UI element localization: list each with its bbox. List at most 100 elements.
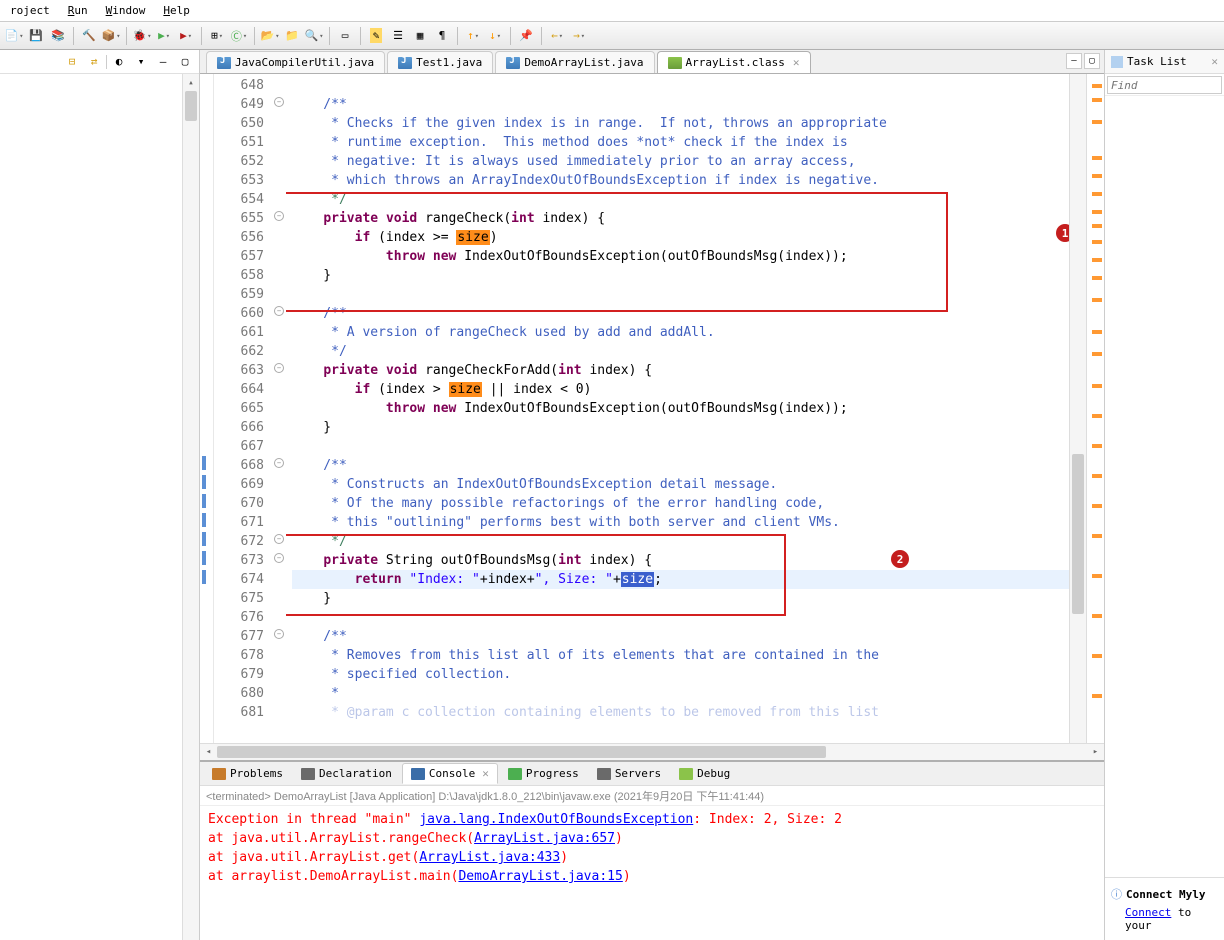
tab-label: DemoArrayList.java [524, 56, 643, 69]
menu-roject[interactable]: roject [2, 2, 58, 19]
bottom-panel: Problems DeclarationConsole✕ Progress Serve… [200, 760, 1104, 940]
view-icon [597, 768, 611, 780]
hscroll-left-icon[interactable]: ◂ [200, 744, 217, 760]
tab-label: JavaCompilerUtil.java [235, 56, 374, 69]
annotation-next-icon[interactable]: ↓ [485, 26, 505, 46]
view-icon [301, 768, 315, 780]
bottom-tab-servers[interactable]: Servers [589, 764, 669, 783]
bottom-tab-declaration[interactable]: Declaration [293, 764, 400, 783]
bottom-tab-debug[interactable]: Debug [671, 764, 738, 783]
menu-window[interactable]: Window [98, 2, 154, 19]
bottom-tab-problems[interactable]: Problems [204, 764, 291, 783]
fold-toggle[interactable]: − [274, 97, 284, 107]
fold-toggle[interactable]: − [274, 458, 284, 468]
run-icon[interactable]: ▶ [154, 26, 174, 46]
console-process-label: <terminated> DemoArrayList [Java Applica… [200, 786, 1104, 806]
coverage-icon[interactable]: ▶ [176, 26, 196, 46]
bottom-tab-label: Debug [697, 767, 730, 780]
new-java-icon[interactable]: ⊞ [207, 26, 227, 46]
toggle-breadcrumb-icon[interactable]: ☰ [388, 26, 408, 46]
annotation-prev-icon[interactable]: ↑ [463, 26, 483, 46]
menubar: roject Run Window Help [0, 0, 1224, 22]
task-find [1105, 74, 1224, 96]
forward-icon[interactable]: → [569, 26, 589, 46]
scroll-thumb[interactable] [185, 91, 197, 121]
collapse-all-icon[interactable]: ⊟ [62, 52, 82, 72]
pin-icon[interactable]: 📌 [516, 26, 536, 46]
overview-ruler[interactable] [1086, 74, 1104, 743]
maximize-editor-icon[interactable]: ▢ [1084, 53, 1100, 69]
fold-toggle[interactable]: − [274, 534, 284, 544]
editor-area: JavaCompilerUtil.java Test1.java DemoArray… [200, 50, 1104, 940]
file-icon [506, 57, 520, 69]
bottom-tab-label: Problems [230, 767, 283, 780]
console-line: at java.util.ArrayList.rangeCheck(ArrayL… [208, 829, 1096, 848]
tab-close-icon[interactable]: ✕ [793, 56, 800, 69]
task-list-title: Task List [1127, 55, 1187, 68]
close-icon[interactable]: ✕ [482, 767, 489, 780]
info-icon: ⓘ [1111, 888, 1122, 901]
package-icon[interactable]: 📦 [101, 26, 121, 46]
tab-arraylist-class[interactable]: ArrayList.class ✕ [657, 51, 811, 73]
toggle-block-icon[interactable]: ▦ [410, 26, 430, 46]
main-area: ⊟ ⇄ ◐ ▾ ― ▢ ▴ JavaCompilerUtil.java Test1… [0, 50, 1224, 940]
hscroll-thumb[interactable] [217, 746, 826, 758]
toggle-ws-icon[interactable]: ¶ [432, 26, 452, 46]
focus-active-icon[interactable]: ◐ [109, 52, 129, 72]
console-output[interactable]: Exception in thread "main" java.lang.Ind… [200, 806, 1104, 940]
fold-toggle[interactable]: − [274, 629, 284, 639]
fold-toggle[interactable]: − [274, 553, 284, 563]
bottom-tab-label: Servers [615, 767, 661, 780]
new-class-icon[interactable]: Ⓒ [229, 26, 249, 46]
save-icon[interactable]: 💾 [26, 26, 46, 46]
folding-ruler[interactable]: − − − − − − − − [272, 74, 286, 743]
fold-toggle[interactable]: − [274, 363, 284, 373]
editor-tabs: JavaCompilerUtil.java Test1.java DemoArray… [200, 50, 1104, 74]
open-type-icon[interactable]: 📂 [260, 26, 280, 46]
bottom-tab-label: Progress [526, 767, 579, 780]
task-find-input[interactable] [1107, 76, 1222, 94]
console-line: Exception in thread "main" java.lang.Ind… [208, 810, 1096, 829]
tab-javacompilerutil-java[interactable]: JavaCompilerUtil.java [206, 51, 385, 73]
bottom-tab-progress[interactable]: Progress [500, 764, 587, 783]
task-list-close-icon[interactable]: ✕ [1211, 55, 1218, 68]
link-editor-icon[interactable]: ⇄ [84, 52, 104, 72]
editor: 6486496506516526536546556566576586596606… [200, 74, 1104, 743]
mark-icon[interactable]: ✎ [366, 26, 386, 46]
bottom-tab-console[interactable]: Console✕ [402, 763, 498, 784]
task-list-tab[interactable]: Task List ✕ [1105, 50, 1224, 74]
annotation-ruler [200, 74, 214, 743]
open-task-icon[interactable]: 📁 [282, 26, 302, 46]
tab-demoarraylist-java[interactable]: DemoArrayList.java [495, 51, 654, 73]
menu-run[interactable]: Run [60, 2, 96, 19]
left-scrollbar[interactable]: ▴ [182, 74, 199, 940]
tab-label: ArrayList.class [686, 56, 785, 69]
view-icon [212, 768, 226, 780]
code-area[interactable]: /** * Checks if the given index is in ra… [286, 74, 1086, 743]
fold-toggle[interactable]: − [274, 211, 284, 221]
scroll-up-icon[interactable]: ▴ [183, 74, 199, 91]
save-all-icon[interactable]: 📚 [48, 26, 68, 46]
minimize-editor-icon[interactable]: ― [1066, 53, 1082, 69]
debug-icon[interactable]: 🐞 [132, 26, 152, 46]
view-menu-icon[interactable]: ▾ [131, 52, 151, 72]
connect-link[interactable]: Connect [1125, 906, 1171, 919]
tab-test1-java[interactable]: Test1.java [387, 51, 493, 73]
maximize-icon[interactable]: ▢ [175, 52, 195, 72]
build-icon[interactable]: 🔨 [79, 26, 99, 46]
hscroll-right-icon[interactable]: ▸ [1087, 744, 1104, 760]
left-toolbar: ⊟ ⇄ ◐ ▾ ― ▢ [0, 50, 199, 74]
fold-toggle[interactable]: − [274, 306, 284, 316]
minimize-icon[interactable]: ― [153, 52, 173, 72]
file-icon [217, 57, 231, 69]
vscroll-thumb[interactable] [1072, 454, 1084, 614]
horizontal-scrollbar[interactable]: ◂ ▸ [200, 743, 1104, 760]
menu-help[interactable]: Help [155, 2, 198, 19]
back-icon[interactable]: ← [547, 26, 567, 46]
search-icon[interactable]: 🔍 [304, 26, 324, 46]
toolbar-new-icon[interactable]: 📄 [4, 26, 24, 46]
terminal-icon[interactable]: ▭ [335, 26, 355, 46]
bottom-tabs: Problems DeclarationConsole✕ Progress Serve… [200, 762, 1104, 786]
line-number-ruler: 6486496506516526536546556566576586596606… [214, 74, 272, 743]
vertical-scrollbar[interactable] [1069, 74, 1086, 743]
